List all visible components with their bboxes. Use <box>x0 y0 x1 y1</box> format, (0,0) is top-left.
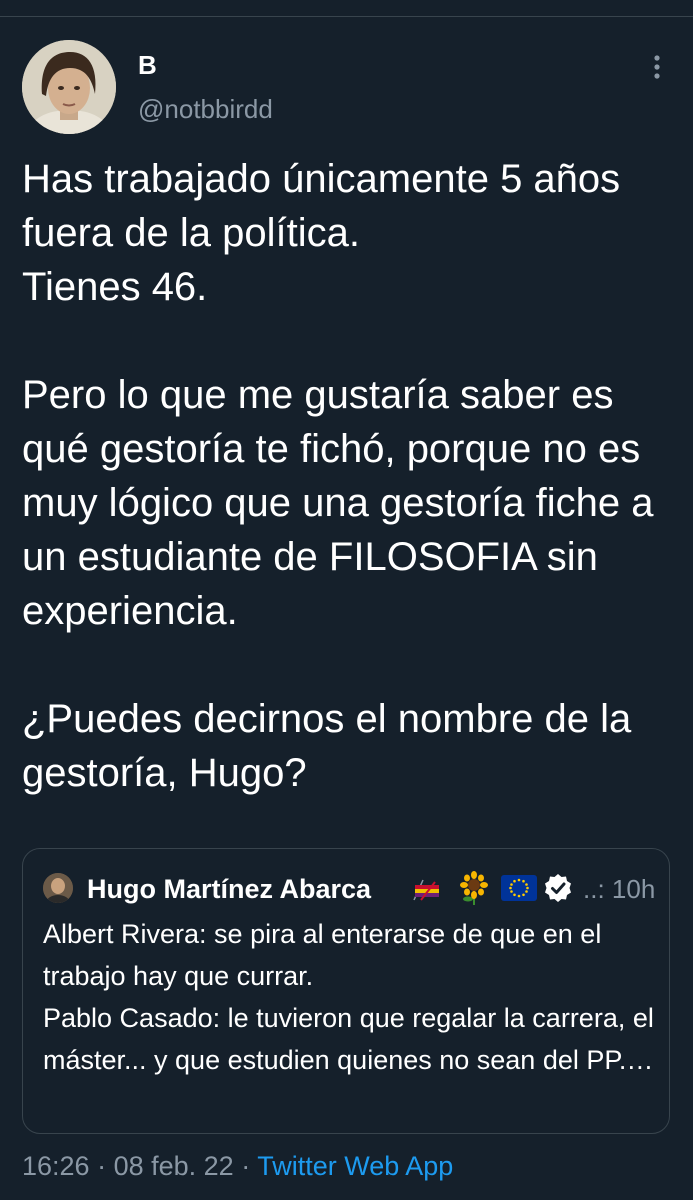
quoted-author-display-name[interactable]: Hugo Martínez Abarca <box>87 873 371 905</box>
quoted-tweet-text: Albert Rivera: se pira al enterarse de q… <box>43 919 654 1075</box>
tweet-time[interactable]: 16:26 <box>22 1151 90 1181</box>
tweet: B @notbbirdd Has trabajado únicamente 5 … <box>0 0 693 1200</box>
eu-flag-icon <box>501 875 537 901</box>
author-avatar[interactable] <box>22 40 116 134</box>
verified-badge-icon <box>543 873 573 903</box>
tricolor-flag-icon <box>411 877 441 903</box>
tweet-date[interactable]: 08 feb. 22 <box>114 1151 234 1181</box>
tweet-metadata: 16:26 · 08 feb. 22 · Twitter Web App <box>22 1150 453 1182</box>
tweet-text: Has trabajado únicamente 5 años fuera de… <box>22 157 654 795</box>
meta-separator: · <box>233 1151 258 1181</box>
quoted-author-avatar[interactable] <box>43 873 73 903</box>
author-handle[interactable]: @notbbirdd <box>138 94 273 124</box>
quoted-tweet-time[interactable]: ..: 10h <box>583 873 655 905</box>
meta-separator: · <box>89 1151 114 1181</box>
sunflower-icon <box>457 871 491 905</box>
quoted-tweet-card[interactable]: Hugo Martínez Abarca ..: 10h Albert Rive… <box>22 848 670 1134</box>
author-display-name[interactable]: B <box>138 50 157 80</box>
tweet-source-link[interactable]: Twitter Web App <box>257 1151 453 1181</box>
more-vertical-icon[interactable] <box>644 52 670 82</box>
